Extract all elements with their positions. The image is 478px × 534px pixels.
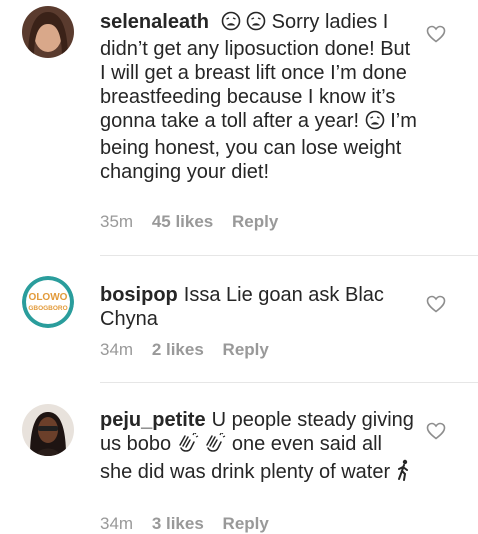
comment-body: bosipop Issa Lie goan ask Blac Chyna bbox=[100, 283, 418, 331]
divider bbox=[100, 382, 478, 383]
likes-count[interactable]: 45 likes bbox=[152, 212, 213, 231]
avatar[interactable] bbox=[22, 404, 74, 456]
comment-time: 34m bbox=[100, 340, 134, 359]
reply-button[interactable]: Reply bbox=[232, 212, 278, 231]
weary-face-icon bbox=[246, 11, 266, 37]
like-heart-icon[interactable] bbox=[426, 422, 446, 440]
likes-count[interactable]: 2 likes bbox=[152, 340, 204, 359]
like-heart-icon[interactable] bbox=[426, 25, 446, 43]
clapping-hands-icon bbox=[177, 432, 199, 459]
clapping-hands-icon bbox=[204, 432, 226, 459]
username[interactable]: bosipop bbox=[100, 284, 178, 306]
likes-count[interactable]: 3 likes bbox=[152, 514, 204, 533]
avatar-text-top: OLOWO bbox=[29, 292, 68, 303]
weary-face-icon bbox=[365, 110, 385, 136]
comment-body: peju_petite U people steady giving us bob… bbox=[100, 408, 418, 487]
avatar[interactable] bbox=[22, 6, 74, 58]
comment-time: 34m bbox=[100, 514, 134, 533]
divider bbox=[100, 255, 478, 256]
avatar-text-bottom: GBOGBORO bbox=[28, 305, 67, 312]
comment-meta: 34m 2 likes Reply bbox=[100, 340, 283, 360]
comment-body: selenaleath Sorry ladies I didn’t get an… bbox=[100, 10, 418, 184]
weary-face-icon bbox=[221, 11, 241, 37]
walking-person-icon bbox=[396, 459, 412, 487]
username[interactable]: peju_petite bbox=[100, 409, 206, 431]
reply-button[interactable]: Reply bbox=[223, 340, 269, 359]
like-heart-icon[interactable] bbox=[426, 295, 446, 313]
comment-meta: 35m 45 likes Reply bbox=[100, 212, 292, 232]
username[interactable]: selenaleath bbox=[100, 11, 209, 33]
avatar[interactable]: OLOWO GBOGBORO bbox=[22, 276, 74, 328]
comment-time: 35m bbox=[100, 212, 134, 231]
comment-meta: 34m 3 likes Reply bbox=[100, 514, 283, 534]
reply-button[interactable]: Reply bbox=[223, 514, 269, 533]
